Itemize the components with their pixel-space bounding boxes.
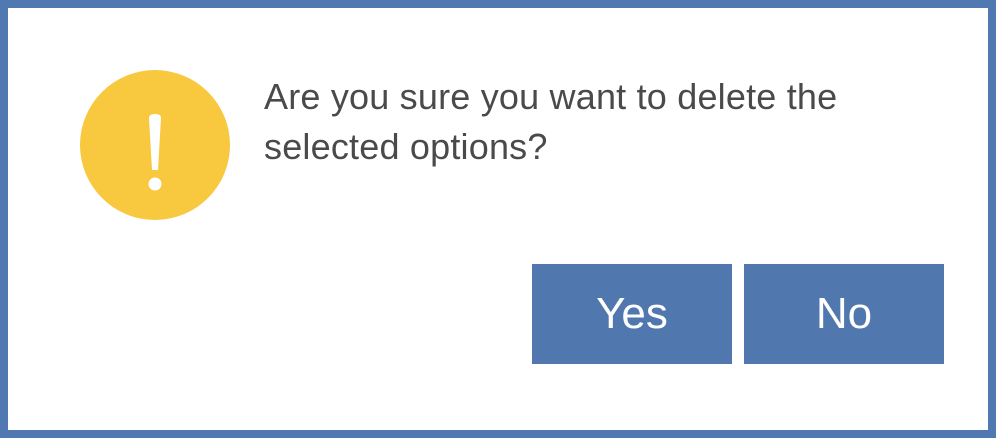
exclamation-mark-icon <box>148 114 162 191</box>
confirm-dialog: Are you sure you want to delete the sele… <box>0 0 996 438</box>
confirm-message: Are you sure you want to delete the sele… <box>264 76 838 167</box>
yes-button[interactable]: Yes <box>532 264 732 364</box>
no-button[interactable]: No <box>744 264 944 364</box>
warning-icon <box>80 70 230 220</box>
